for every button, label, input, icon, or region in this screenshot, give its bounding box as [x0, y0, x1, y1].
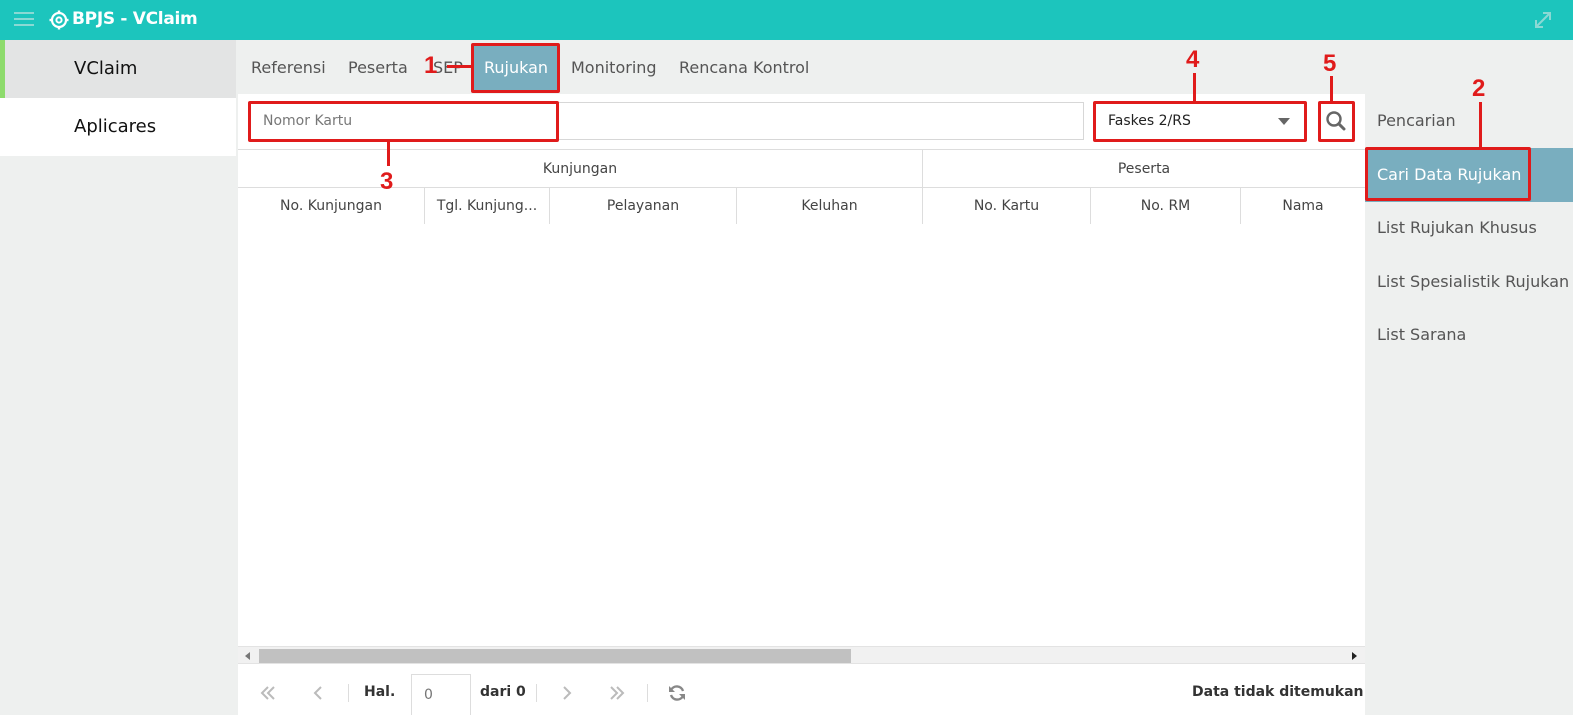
col-header-no-rm[interactable]: No. RM: [1091, 188, 1241, 224]
group-header-kunjungan: Kunjungan: [238, 150, 923, 188]
left-nav: VClaim Aplicares: [0, 40, 236, 715]
hamburger-icon[interactable]: [14, 12, 34, 28]
first-page-icon[interactable]: [257, 682, 279, 704]
tab-rencana-kontrol[interactable]: Rencana Kontrol: [679, 45, 809, 91]
tab-peserta[interactable]: Peserta: [348, 45, 408, 91]
annotation-number-3: 3: [380, 168, 394, 195]
annotation-number-2: 2: [1472, 75, 1486, 102]
group-header-peserta: Peserta: [1117, 161, 1171, 177]
right-nav-item-list-sarana[interactable]: List Sarana: [1365, 308, 1573, 362]
app-title: BPJS - VClaim: [72, 9, 198, 29]
top-bar: BPJS - VClaim: [0, 0, 1573, 40]
settings-gear-icon: [49, 10, 69, 30]
horizontal-scrollbar[interactable]: [238, 646, 1365, 664]
annotation-leader-3: [387, 141, 390, 166]
scroll-right-arrow-icon[interactable]: [1352, 652, 1357, 660]
pager-divider: [647, 684, 648, 702]
col-header-pelayanan[interactable]: Pelayanan: [550, 188, 737, 224]
pager-status: Data tidak ditemukan: [1192, 684, 1364, 700]
col-header-no-kartu[interactable]: No. Kartu: [923, 188, 1091, 224]
page-number-input[interactable]: [411, 674, 471, 715]
annotation-number-1: 1: [424, 52, 438, 79]
next-page-icon[interactable]: [556, 682, 578, 704]
annotation-leader-1: [447, 65, 472, 68]
last-page-icon[interactable]: [606, 682, 628, 704]
pager-divider: [536, 684, 537, 702]
table-group-header: Kunjungan Peserta: [238, 149, 1365, 188]
col-header-no-kunjungan[interactable]: No. Kunjungan: [238, 188, 425, 224]
page-label: Hal.: [364, 684, 396, 700]
pager: Hal. dari 0 Data tidak ditemukan: [238, 670, 1365, 715]
col-header-nama[interactable]: Nama: [1241, 188, 1365, 224]
annotation-box-4: [1093, 101, 1307, 142]
left-nav-item-aplicares[interactable]: Aplicares: [0, 98, 236, 156]
annotation-leader-4: [1193, 73, 1196, 102]
col-header-tgl-kunjungan[interactable]: Tgl. Kunjung...: [425, 188, 550, 224]
right-nav-item-pencarian: Pencarian: [1377, 111, 1456, 130]
tab-sep[interactable]: SEP: [433, 45, 463, 91]
annotation-leader-5: [1330, 76, 1333, 102]
page-of-label: dari 0: [480, 684, 526, 700]
table-column-header: No. Kunjungan Tgl. Kunjung... Pelayanan …: [238, 188, 1365, 224]
annotation-box-5: [1318, 101, 1355, 142]
pager-divider: [348, 684, 349, 702]
prev-page-icon[interactable]: [307, 682, 329, 704]
right-nav-item-list-spesialistik-rujukan[interactable]: List Spesialistik Rujukan: [1365, 255, 1573, 309]
annotation-number-5: 5: [1323, 50, 1337, 77]
left-nav-item-vclaim[interactable]: VClaim: [0, 40, 236, 98]
right-nav-item-list-rujukan-khusus[interactable]: List Rujukan Khusus: [1365, 201, 1573, 255]
scroll-left-arrow-icon[interactable]: [245, 652, 250, 660]
annotation-box-2: [1365, 147, 1531, 201]
tab-monitoring[interactable]: Monitoring: [571, 45, 657, 91]
annotation-leader-2: [1479, 102, 1482, 148]
annotation-box-1: [471, 43, 560, 93]
main-panel: Faskes 2/RS Kunjungan Peserta No. Kunjun…: [238, 94, 1365, 715]
refresh-icon[interactable]: [666, 682, 688, 704]
col-header-keluhan[interactable]: Keluhan: [737, 188, 923, 224]
tab-referensi[interactable]: Referensi: [251, 45, 326, 91]
annotation-box-3: [248, 101, 559, 142]
scrollbar-thumb[interactable]: [259, 649, 851, 663]
expand-icon[interactable]: [1532, 9, 1554, 31]
annotation-number-4: 4: [1186, 46, 1200, 73]
